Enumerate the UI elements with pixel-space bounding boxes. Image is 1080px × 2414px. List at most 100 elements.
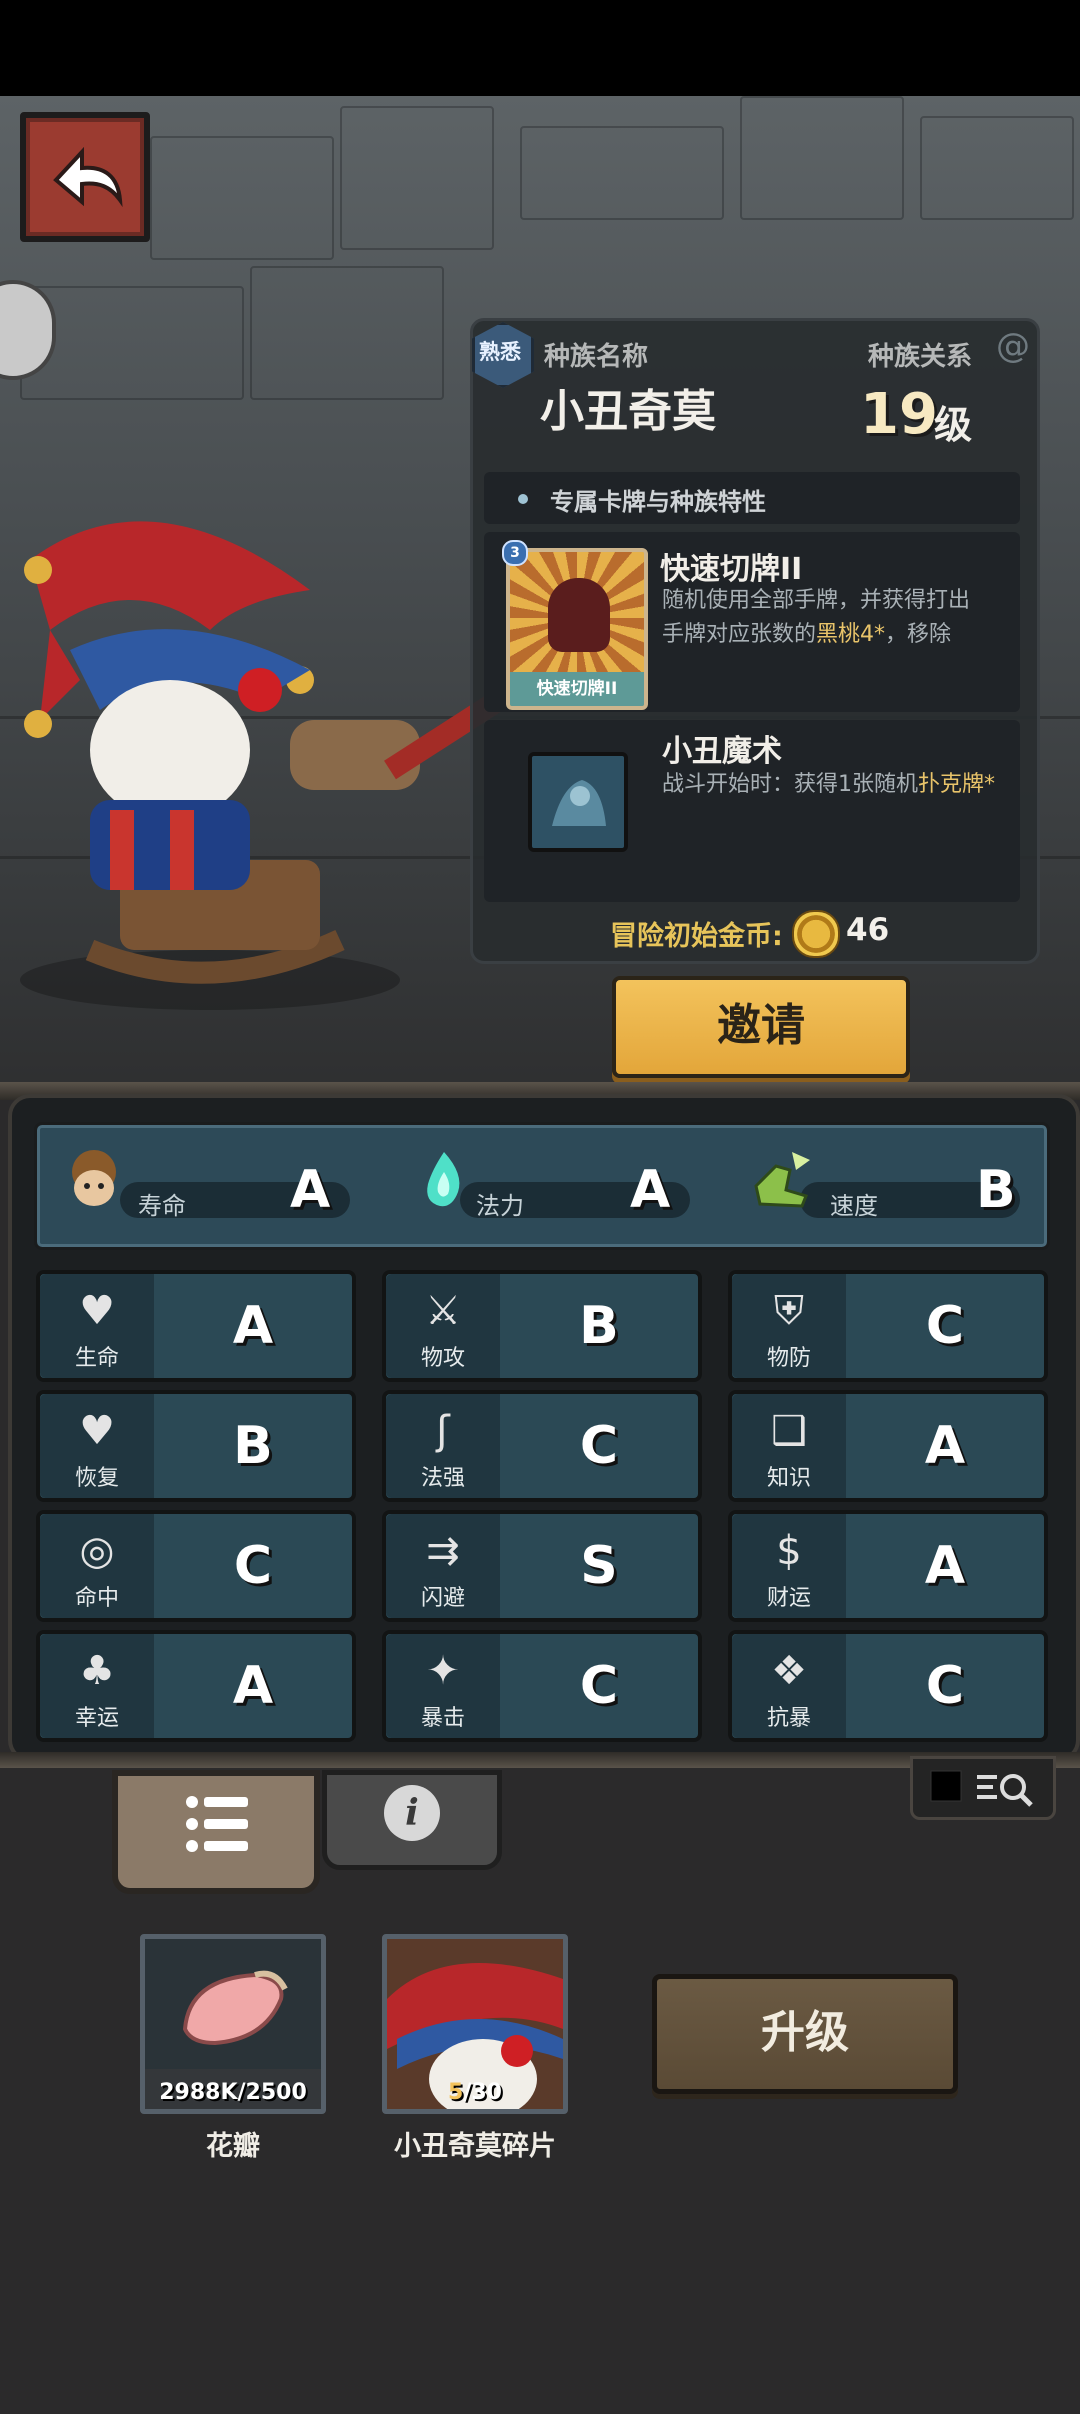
list-icon — [186, 1796, 248, 1852]
filter-search-button[interactable] — [910, 1756, 1056, 1820]
upgrade-button[interactable]: 升级 — [652, 1974, 958, 2094]
tab-info-view[interactable]: i — [322, 1770, 502, 1870]
stat-tile[interactable]: ♥ 生命 A — [36, 1270, 356, 1382]
stat-icon-box: ʃ 法强 — [386, 1394, 500, 1498]
swirl-icon: @ — [996, 326, 1030, 366]
staff-icon: ʃ — [436, 1408, 450, 1454]
jester-character-art — [10, 480, 536, 1020]
stat-tile[interactable]: ⚔ 物攻 B — [382, 1270, 702, 1382]
petal-icon — [145, 1939, 321, 2069]
stat-grade: C — [233, 1536, 273, 1596]
stat-icon-box: ❖ 抗暴 — [732, 1634, 846, 1738]
stat-tile[interactable]: ♥ 恢复 B — [36, 1390, 356, 1502]
trait-icon — [528, 752, 628, 852]
stat-grade: A — [924, 1416, 966, 1476]
stat-tile[interactable]: ⛨ 物防 C — [728, 1270, 1048, 1382]
attribute-grade: B — [976, 1160, 1016, 1220]
stat-grade: B — [233, 1416, 273, 1476]
stat-grade: C — [925, 1656, 965, 1716]
stat-grade: C — [579, 1656, 619, 1716]
back-arrow-icon — [53, 146, 123, 208]
target-icon: ◎ — [79, 1528, 115, 1574]
section-title: 专属卡牌与种族特性 — [550, 488, 766, 516]
level-number: 19 — [860, 382, 938, 447]
attribute-label: 寿命 — [138, 1192, 186, 1220]
race-relation-label: 种族关系 — [868, 342, 973, 372]
svg-text:i: i — [405, 1792, 419, 1834]
stat-tile[interactable]: ❖ 抗暴 C — [728, 1630, 1048, 1742]
invite-button[interactable]: 邀请 — [612, 976, 910, 1078]
crit-resist-icon: ❖ — [771, 1648, 807, 1694]
stat-icon-box: ✦ 暴击 — [386, 1634, 500, 1738]
stat-icon-box: ⛨ 物防 — [732, 1274, 846, 1378]
initial-coin-label: 冒险初始金币: — [610, 921, 783, 952]
race-name: 小丑奇莫 — [540, 386, 716, 437]
trait-title: 小丑魔术 — [662, 734, 782, 769]
stat-label: 物防 — [766, 1346, 811, 1371]
stat-label: 恢复 — [74, 1466, 119, 1491]
stat-label: 物攻 — [420, 1346, 465, 1371]
stat-label: 生命 — [74, 1346, 119, 1371]
stat-grade: C — [579, 1416, 619, 1476]
clover-icon: ♣ — [79, 1648, 115, 1694]
stat-tile[interactable]: ♣ 幸运 A — [36, 1630, 356, 1742]
tab-list-view[interactable] — [112, 1770, 320, 1894]
stat-icon-box: ❑ 知识 — [732, 1394, 846, 1498]
stat-tile[interactable]: ✦ 暴击 C — [382, 1630, 702, 1742]
status-bar — [0, 0, 1080, 96]
info-icon: i — [384, 1785, 440, 1841]
card-description-line: 手牌对应张数的黑桃4*，移除 — [662, 622, 952, 647]
card-art-label: 快速切牌II — [510, 672, 644, 706]
stat-icon-box: ⇉ 闪避 — [386, 1514, 500, 1618]
stat-icon-box: ◎ 命中 — [40, 1514, 154, 1618]
stat-tile[interactable]: $ 财运 A — [728, 1510, 1048, 1622]
stat-tile[interactable]: ⇉ 闪避 S — [382, 1510, 702, 1622]
stat-grade: C — [925, 1296, 965, 1356]
stat-grade: A — [924, 1536, 966, 1596]
item-card-shard[interactable]: 5/30 — [382, 1934, 568, 2114]
stat-label: 幸运 — [74, 1706, 119, 1731]
gold-coin-icon — [792, 910, 840, 958]
initial-coin-value: 46 — [846, 912, 890, 948]
bullet-icon — [518, 494, 528, 504]
book-icon: ❑ — [771, 1408, 807, 1454]
stat-tile[interactable]: ❑ 知识 A — [728, 1390, 1048, 1502]
lifespan-icon — [62, 1148, 126, 1212]
item-card-petal[interactable]: 2988K/2500 — [140, 1934, 326, 2114]
level-unit: 级 — [934, 403, 973, 447]
attribute-label: 速度 — [830, 1192, 878, 1220]
mana-flame-icon — [412, 1148, 476, 1212]
card-art-figure — [548, 578, 610, 652]
stat-label: 抗暴 — [766, 1706, 811, 1731]
item-count: 5/30 — [448, 2080, 502, 2105]
stat-icon-box: ♥ 生命 — [40, 1274, 154, 1378]
card-keyword[interactable]: 黑桃4* — [816, 622, 885, 647]
stat-tile[interactable]: ◎ 命中 C — [36, 1510, 356, 1622]
trait-keyword[interactable]: 扑克牌* — [918, 772, 995, 797]
stat-grade: S — [580, 1536, 618, 1596]
stat-icon-box: ♥ 恢复 — [40, 1394, 154, 1498]
stat-icon-box: ♣ 幸运 — [40, 1634, 154, 1738]
card-description: 随机使用全部手牌，并获得打出 手牌对应张数的黑桃4*，移除 — [662, 584, 970, 652]
speed-boot-icon — [746, 1146, 810, 1210]
back-button[interactable] — [20, 112, 150, 242]
attribute-grade: A — [630, 1160, 671, 1220]
stat-label: 暴击 — [420, 1706, 465, 1731]
sword-icon: ⚔ — [425, 1288, 461, 1334]
stat-grade: B — [579, 1296, 619, 1356]
stat-label: 闪避 — [420, 1586, 465, 1611]
attribute-label: 法力 — [476, 1192, 524, 1220]
card-cost-badge: 3 — [502, 540, 528, 566]
stat-label: 法强 — [420, 1466, 465, 1491]
attribute-grade: A — [290, 1160, 331, 1220]
card-title: 快速切牌II — [660, 552, 803, 587]
card-art[interactable]: 快速切牌II — [506, 548, 648, 710]
search-icon — [930, 1770, 1033, 1807]
familiar-badge-text: 熟悉 — [479, 340, 521, 364]
stat-icon-box: $ 财运 — [732, 1514, 846, 1618]
item-name: 花瓣 — [206, 2131, 260, 2162]
stat-label: 命中 — [74, 1586, 119, 1611]
coin-icon: $ — [776, 1528, 802, 1574]
stat-label: 知识 — [766, 1466, 811, 1491]
stat-tile[interactable]: ʃ 法强 C — [382, 1390, 702, 1502]
